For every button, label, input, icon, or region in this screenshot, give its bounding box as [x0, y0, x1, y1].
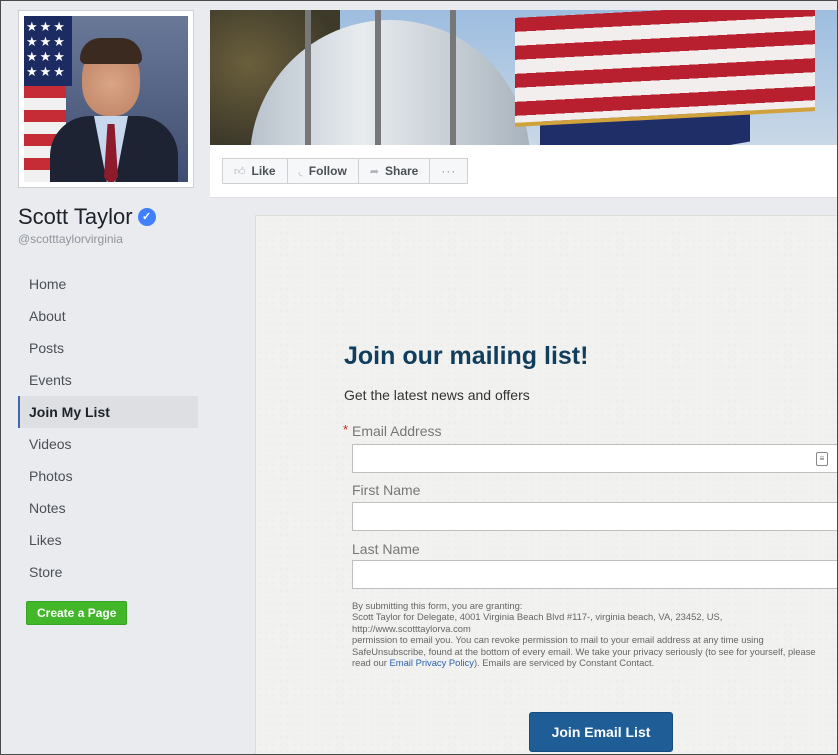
page-name-text: Scott Taylor — [18, 204, 133, 229]
thumbs-up-icon: 👍︎ — [234, 165, 246, 178]
last-name-label: Last Name — [352, 541, 420, 557]
cover-pole — [375, 10, 381, 145]
share-button[interactable]: ➦ Share — [357, 158, 431, 184]
privacy-policy-link[interactable]: Email Privacy Policy — [390, 657, 474, 668]
follow-label: Follow — [308, 164, 347, 178]
share-label: Share — [385, 164, 419, 178]
create-page-button[interactable]: Create a Page — [26, 601, 128, 625]
mailing-list-signup-form: Join our mailing list! Get the latest ne… — [255, 215, 838, 755]
email-field[interactable] — [352, 444, 838, 473]
like-button[interactable]: 👍︎ Like — [222, 158, 288, 184]
more-options-label: ··· — [441, 164, 457, 178]
cover-pole — [450, 10, 456, 145]
flag-stars: ★★★ ★★★ ★★★ ★★★ — [24, 16, 72, 86]
cover-flag-us — [515, 10, 815, 127]
share-arrow-icon: ➦ — [369, 165, 379, 178]
nav-item-notes[interactable]: Notes — [18, 492, 198, 524]
required-marker: * — [343, 422, 349, 437]
first-name-field[interactable] — [352, 502, 838, 531]
page-handle[interactable]: @scotttaylorvirginia — [18, 232, 123, 246]
follow-button[interactable]: ◟ Follow — [286, 158, 359, 184]
first-name-label: First Name — [352, 482, 421, 498]
email-label: Email Address — [352, 423, 442, 439]
nav-item-store[interactable]: Store — [18, 556, 198, 588]
disclaimer-intro: By submitting this form, you are grantin… — [352, 600, 523, 611]
page-name[interactable]: Scott Taylor ✓ — [18, 204, 156, 230]
verified-badge-icon: ✓ — [137, 208, 156, 226]
action-button-group: 👍︎ Like ◟ Follow ➦ Share ··· — [222, 158, 469, 184]
page-action-bar: 👍︎ Like ◟ Follow ➦ Share ··· — [210, 145, 838, 198]
cover-photo[interactable] — [210, 10, 838, 145]
page-nav: Home About Posts Events Join My List Vid… — [18, 268, 198, 588]
like-label: Like — [251, 164, 276, 178]
last-name-field[interactable] — [352, 560, 838, 589]
person-hair — [80, 38, 142, 64]
nav-item-home[interactable]: Home — [18, 268, 198, 300]
disclaimer-service-text: ). Emails are serviced by Constant Conta… — [473, 657, 655, 669]
join-email-list-button[interactable]: Join Email List — [529, 712, 673, 752]
nav-item-videos[interactable]: Videos — [18, 428, 198, 460]
nav-item-likes[interactable]: Likes — [18, 524, 198, 556]
consent-disclaimer: By submitting this form, you are grantin… — [352, 600, 822, 668]
form-subtitle: Get the latest news and offers — [344, 387, 530, 403]
disclaimer-permission: permission to email you. You can revoke … — [352, 634, 822, 668]
nav-item-events[interactable]: Events — [18, 364, 198, 396]
profile-photo: ★★★ ★★★ ★★★ ★★★ — [24, 16, 188, 182]
form-title: Join our mailing list! — [344, 342, 589, 370]
rss-icon: ◟ — [298, 165, 303, 178]
nav-item-photos[interactable]: Photos — [18, 460, 198, 492]
cover-pole — [305, 10, 311, 145]
profile-picture[interactable]: ★★★ ★★★ ★★★ ★★★ — [18, 10, 194, 188]
disclaimer-sender: Scott Taylor for Delegate, 4001 Virginia… — [352, 611, 723, 634]
nav-item-about[interactable]: About — [18, 300, 198, 332]
nav-item-join-my-list[interactable]: Join My List — [18, 396, 198, 428]
more-options-button[interactable]: ··· — [429, 158, 469, 184]
nav-item-posts[interactable]: Posts — [18, 332, 198, 364]
autofill-card-icon[interactable]: ≡ — [816, 452, 828, 466]
